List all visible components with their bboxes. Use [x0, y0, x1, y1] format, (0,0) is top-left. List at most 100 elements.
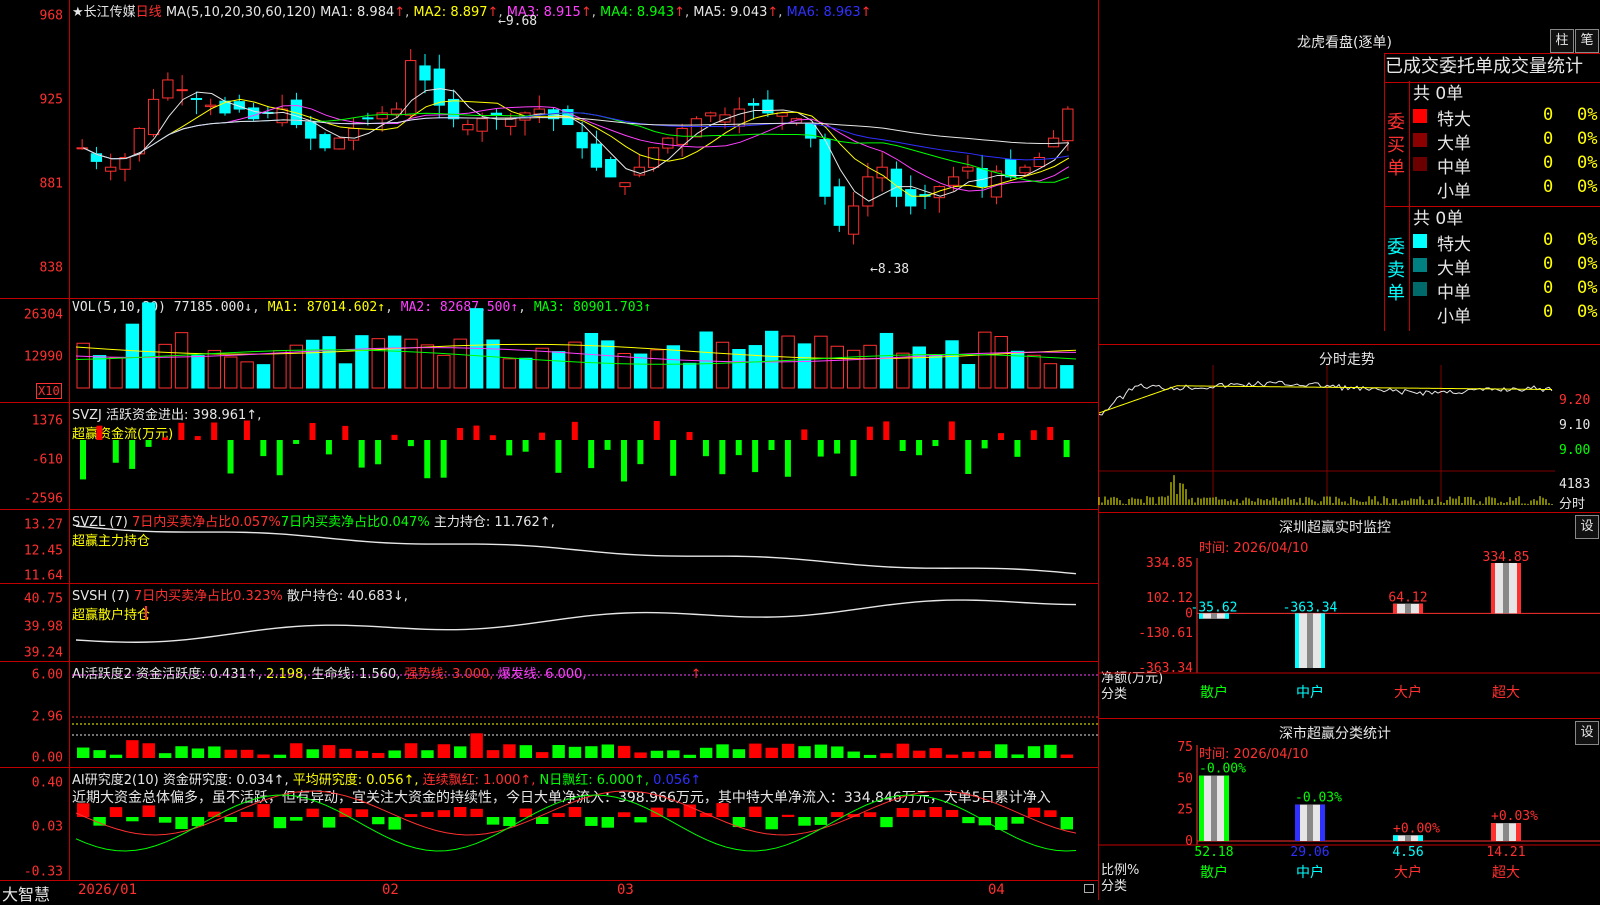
activity-bar	[306, 749, 319, 758]
candle-body	[419, 65, 431, 81]
activity-bar	[1011, 754, 1024, 758]
research-bar	[404, 814, 418, 817]
volume-bar	[224, 356, 238, 389]
fund-flow-bar	[211, 422, 218, 440]
volume-bar	[109, 357, 123, 389]
sz-monitor-panel: 深圳超赢实时监控 设 时间: 2026/04/10 净额(万元) 分类 334.…	[1098, 512, 1600, 718]
fund-flow-bar	[686, 431, 693, 440]
candle-body	[333, 137, 345, 150]
intraday-panel[interactable]: 分时走势 9.20 9.10 9.00 4183 分时	[1098, 344, 1600, 512]
ma-line	[82, 112, 1070, 183]
y-tick-label: -363.34	[1138, 661, 1193, 676]
fund-flow-bar	[260, 440, 267, 457]
category-label: 散户	[1200, 684, 1228, 701]
volume-bar	[765, 330, 779, 389]
candle-body	[1019, 166, 1031, 174]
bar-mode-button[interactable]: 柱	[1550, 29, 1574, 53]
research-bar	[863, 812, 877, 817]
volume-bar	[978, 331, 992, 389]
activity-chart[interactable]	[0, 662, 1098, 768]
candle-body	[633, 166, 645, 176]
volume-bar	[519, 357, 533, 389]
activity-bar	[273, 754, 287, 758]
activity-bar	[208, 746, 221, 758]
activity-bar	[372, 752, 385, 758]
fund-flow-bar	[588, 440, 595, 469]
volume-bar	[387, 335, 402, 389]
fund-flow-bar	[637, 440, 644, 465]
fund-flow-bar	[916, 440, 923, 456]
category-label: 大户	[1394, 684, 1422, 701]
fund-flow-bar	[998, 433, 1005, 440]
volume-bar	[486, 339, 500, 389]
activity-bar	[749, 743, 762, 758]
order-size-label: 小单	[1437, 182, 1471, 202]
value-label: 29.06	[1290, 845, 1329, 860]
data-label: -35.62	[1191, 600, 1238, 615]
bar-core	[1503, 563, 1509, 614]
volume-bar	[551, 351, 566, 389]
fund-flow-chart[interactable]	[0, 403, 1098, 510]
fund-flow-bar	[506, 440, 513, 456]
ai-research-panel[interactable]: 0.40 0.03 -0.33 AI研究度2(10) 资金研究度: 0.034↑…	[0, 768, 1098, 880]
change-label: -0.00%	[1199, 762, 1246, 777]
research-bar	[716, 803, 729, 817]
low-price-label: ←8.38	[870, 262, 910, 277]
volume-bar	[797, 343, 812, 389]
volume-panel[interactable]: 26304 12990 X10 VOL(5,10,20) 77185.000↓,…	[0, 299, 1098, 403]
candlestick-chart[interactable]	[0, 0, 1098, 299]
volume-bar	[355, 335, 369, 389]
dragon-tiger-panel: 龙虎看盘(逐单) 柱 笔 已成交委托单成交量统计 委买单 共 0单 特大 0 0% 大…	[1098, 0, 1600, 344]
svsh-panel[interactable]: 40.75 39.98 39.24 SVSH (7) 7日内买卖净占比0.323…	[0, 584, 1098, 662]
lock-icon[interactable]	[1084, 884, 1094, 893]
tick-mode-button[interactable]: 笔	[1575, 29, 1599, 53]
fund-flow-bar	[276, 440, 283, 476]
fund-flow-bar	[948, 421, 955, 440]
research-bar	[142, 805, 155, 817]
candle-body	[447, 98, 460, 120]
y-tick-label: 0	[1185, 834, 1193, 849]
activity-bar	[962, 751, 975, 758]
volume-bar	[1060, 365, 1074, 389]
fund-flow-bar	[702, 440, 709, 457]
category-label: 中户	[1296, 864, 1324, 881]
candle-body	[847, 205, 860, 235]
data-label: 64.12	[1388, 591, 1427, 606]
volume-chart[interactable]	[0, 299, 1098, 403]
ai-activity-panel[interactable]: 6.00 2.96 0.00 AI活跃度2 资金活跃度: 0.431↑, 2.1…	[0, 662, 1098, 768]
order-pct: 0%	[1577, 105, 1598, 125]
research-chart[interactable]	[0, 768, 1098, 880]
main-holding-chart[interactable]	[0, 510, 1098, 584]
intraday-chart[interactable]	[1098, 345, 1600, 513]
svzj-panel[interactable]: 1376 -610 -2596 SVZJ 活跃资金进出: 398.961↑, 超…	[0, 403, 1098, 510]
activity-bar	[322, 745, 336, 758]
retail-holding-chart[interactable]	[0, 584, 1098, 662]
research-bar	[880, 817, 893, 828]
candle-body	[362, 117, 374, 120]
activity-bar	[634, 752, 647, 758]
order-size-label: 大单	[1437, 259, 1471, 279]
change-label: +0.00%	[1393, 821, 1440, 836]
activity-bar	[667, 750, 680, 758]
fund-flow-bar	[719, 440, 726, 475]
y-tick-label: 25	[1177, 803, 1193, 818]
category-label: 超大	[1492, 865, 1520, 881]
volume-bar	[633, 353, 648, 389]
brand-logo: 大智慧	[2, 885, 51, 904]
activity-bar	[437, 744, 451, 758]
activity-bar	[847, 751, 860, 758]
research-bar	[896, 807, 910, 817]
color-swatch	[1413, 109, 1427, 123]
x-axis: 大智慧 2026/01 02 03 04	[0, 880, 1098, 904]
activity-bar	[240, 749, 254, 758]
fund-flow-bar	[407, 440, 414, 447]
volume-bar	[306, 339, 320, 389]
kline-panel[interactable]: 968 925 881 838 ★长江传媒日线 MA(5,10,20,30,60…	[0, 0, 1098, 299]
volume-bar	[371, 338, 385, 389]
candle-body	[1005, 159, 1017, 178]
candle-body	[305, 121, 317, 139]
activity-bar	[732, 749, 746, 758]
order-qty: 0	[1543, 105, 1554, 125]
color-swatch	[1413, 133, 1427, 147]
svzl-panel[interactable]: 13.27 12.45 11.64 SVZL (7) 7日内买卖净占比0.057…	[0, 510, 1098, 584]
